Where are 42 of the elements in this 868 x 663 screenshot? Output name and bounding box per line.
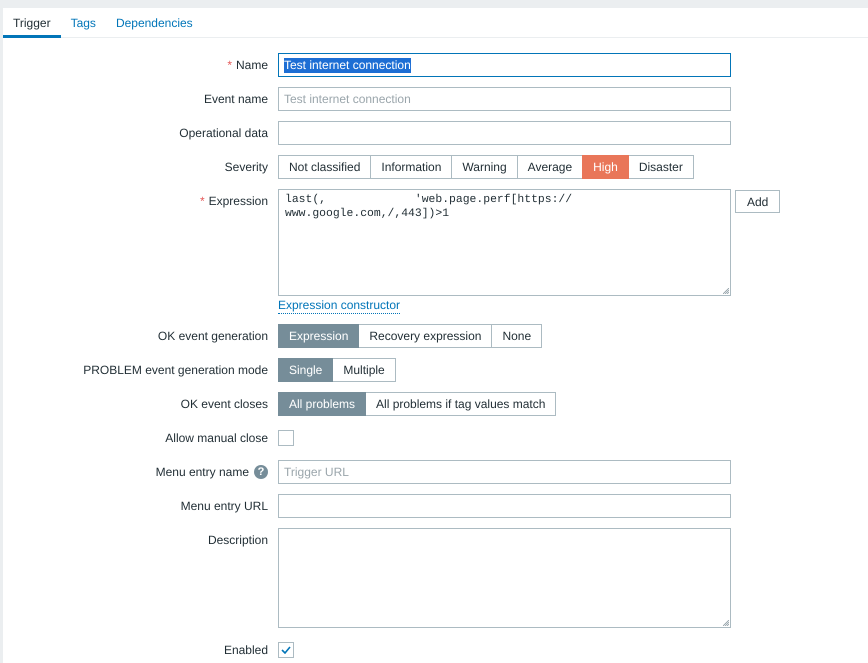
field-label: Event name bbox=[204, 91, 268, 108]
add-button[interactable]: Add bbox=[735, 190, 780, 213]
field-label: Name bbox=[236, 57, 268, 74]
field-label: PROBLEM event generation mode bbox=[83, 362, 268, 379]
segment-option[interactable]: None bbox=[491, 324, 542, 348]
description-field[interactable] bbox=[278, 528, 731, 628]
segment-option[interactable]: Recovery expression bbox=[358, 324, 492, 348]
segment-option[interactable]: Warning bbox=[451, 155, 518, 179]
field-label: Menu entry URL bbox=[180, 498, 268, 515]
text-field[interactable]: Trigger URL bbox=[278, 460, 731, 484]
segment-option[interactable]: Average bbox=[516, 155, 584, 179]
required-mark: * bbox=[200, 194, 205, 208]
field-label: OK event generation bbox=[158, 328, 268, 345]
field-label: Operational data bbox=[179, 125, 268, 142]
segment-option[interactable]: Multiple bbox=[332, 358, 396, 382]
selected-text: Test internet connection bbox=[284, 58, 411, 72]
tab[interactable]: Dependencies bbox=[106, 8, 203, 38]
expression-constructor-link[interactable]: Expression constructor bbox=[278, 298, 400, 314]
resize-handle-icon[interactable] bbox=[723, 288, 729, 294]
check-icon bbox=[281, 646, 291, 654]
text-field[interactable]: Test internet connection bbox=[278, 87, 731, 111]
segment-option[interactable]: All problems if tag values match bbox=[365, 392, 556, 416]
segment-option[interactable]: Not classified bbox=[278, 155, 372, 179]
field-label: Expression bbox=[208, 193, 268, 210]
checkbox[interactable] bbox=[278, 642, 294, 658]
resize-handle-icon[interactable] bbox=[723, 620, 729, 626]
text-field[interactable] bbox=[278, 494, 731, 518]
text-field[interactable]: Test internet connection bbox=[278, 53, 731, 77]
field-label: Allow manual close bbox=[165, 430, 268, 447]
checkbox[interactable] bbox=[278, 430, 294, 446]
field-label: Enabled bbox=[224, 642, 268, 659]
segment-option[interactable]: Information bbox=[370, 155, 452, 179]
field-label: Description bbox=[208, 532, 268, 549]
field-label: Severity bbox=[224, 159, 268, 176]
text-field[interactable] bbox=[278, 121, 731, 145]
field-label: OK event closes bbox=[180, 396, 268, 413]
tab[interactable]: Tags bbox=[60, 8, 106, 38]
expression-field[interactable]: last(, 'web.page.perf[https:// www.google.com,/,443])>1 bbox=[278, 189, 731, 296]
tab[interactable]: Trigger bbox=[3, 8, 61, 38]
required-mark: * bbox=[227, 58, 232, 72]
field-label: Menu entry name bbox=[156, 464, 249, 481]
segment-option[interactable]: Disaster bbox=[628, 155, 694, 179]
